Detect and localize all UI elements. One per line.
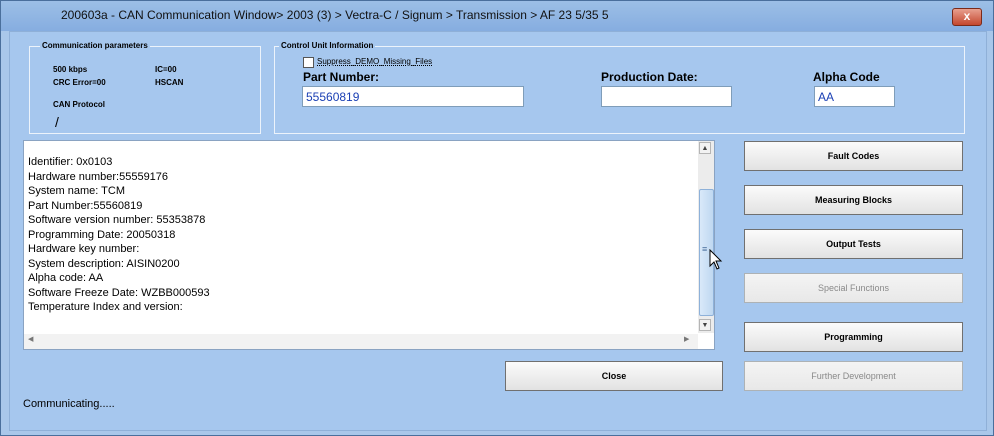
info-line: Identifier: 0x0103: [28, 156, 113, 168]
window-title: 200603a - CAN Communication Window> 2003…: [61, 8, 609, 22]
part-number-field[interactable]: 55560819: [302, 86, 524, 107]
info-line: Temperature Index and version:: [28, 301, 183, 313]
ecu-info-lines: Identifier: 0x0103 Hardware number:555591…: [28, 155, 210, 315]
special-functions-button[interactable]: Special Functions: [744, 273, 963, 303]
part-number-label: Part Number:: [303, 70, 380, 84]
ecu-info-textbox[interactable]: Identifier: 0x0103 Hardware number:555591…: [23, 140, 715, 350]
alpha-code-field[interactable]: AA: [814, 86, 895, 107]
can-communication-window: 200603a - CAN Communication Window> 2003…: [0, 0, 994, 436]
bus-type: HSCAN: [155, 78, 184, 87]
production-date-field[interactable]: [601, 86, 732, 107]
vertical-scrollbar[interactable]: ▲ ≡ ▼: [698, 141, 714, 333]
programming-button[interactable]: Programming: [744, 322, 963, 352]
close-icon: x: [963, 9, 971, 23]
control-unit-info-legend: Control Unit Information: [279, 41, 376, 50]
title-bar[interactable]: 200603a - CAN Communication Window> 2003…: [1, 1, 993, 31]
info-line: Alpha code: AA: [28, 272, 104, 284]
production-date-label: Production Date:: [601, 70, 698, 84]
info-line: Hardware key number:: [28, 243, 140, 255]
info-line: Software version number: 55353878: [28, 214, 206, 226]
measuring-blocks-button[interactable]: Measuring Blocks: [744, 185, 963, 215]
thumb-grip-icon: ≡: [702, 244, 708, 254]
close-button[interactable]: Close: [505, 361, 723, 391]
info-line: Hardware number:55559176: [28, 170, 169, 183]
scroll-left-icon[interactable]: ◀: [28, 335, 33, 343]
info-line: System description: AISIN0200: [28, 257, 180, 270]
communication-parameters-legend: Communication parameters: [40, 41, 150, 50]
window-close-button[interactable]: x: [952, 8, 982, 26]
can-protocol-label: CAN Protocol: [53, 100, 105, 109]
info-line: System name: TCM: [28, 185, 125, 197]
info-line: Software Freeze Date: WZBB000593: [28, 286, 210, 299]
mouse-cursor-icon: [709, 249, 723, 270]
scroll-down-icon[interactable]: ▼: [699, 319, 711, 331]
horizontal-scrollbar[interactable]: ◀ ▶: [24, 334, 698, 349]
output-tests-button[interactable]: Output Tests: [744, 229, 963, 259]
further-development-button[interactable]: Further Development: [744, 361, 963, 391]
ic-value: IC=00: [155, 65, 177, 74]
scroll-right-icon[interactable]: ▶: [684, 335, 689, 343]
info-line: Programming Date: 20050318: [28, 228, 176, 241]
suppress-demo-checkbox[interactable]: [303, 57, 314, 68]
baud-rate: 500 kbps: [53, 65, 88, 74]
suppress-demo-label[interactable]: Suppress_DEMO_Missing_Files: [317, 57, 432, 66]
crc-error: CRC Error=00: [53, 78, 106, 87]
communication-parameters-group: [29, 46, 261, 134]
fault-codes-button[interactable]: Fault Codes: [744, 141, 963, 171]
can-protocol-value: /: [55, 114, 59, 130]
info-line: Part Number:55560819: [28, 199, 143, 212]
alpha-code-label: Alpha Code: [813, 70, 880, 84]
status-text: Communicating.....: [23, 398, 115, 410]
scroll-up-icon[interactable]: ▲: [699, 142, 711, 154]
